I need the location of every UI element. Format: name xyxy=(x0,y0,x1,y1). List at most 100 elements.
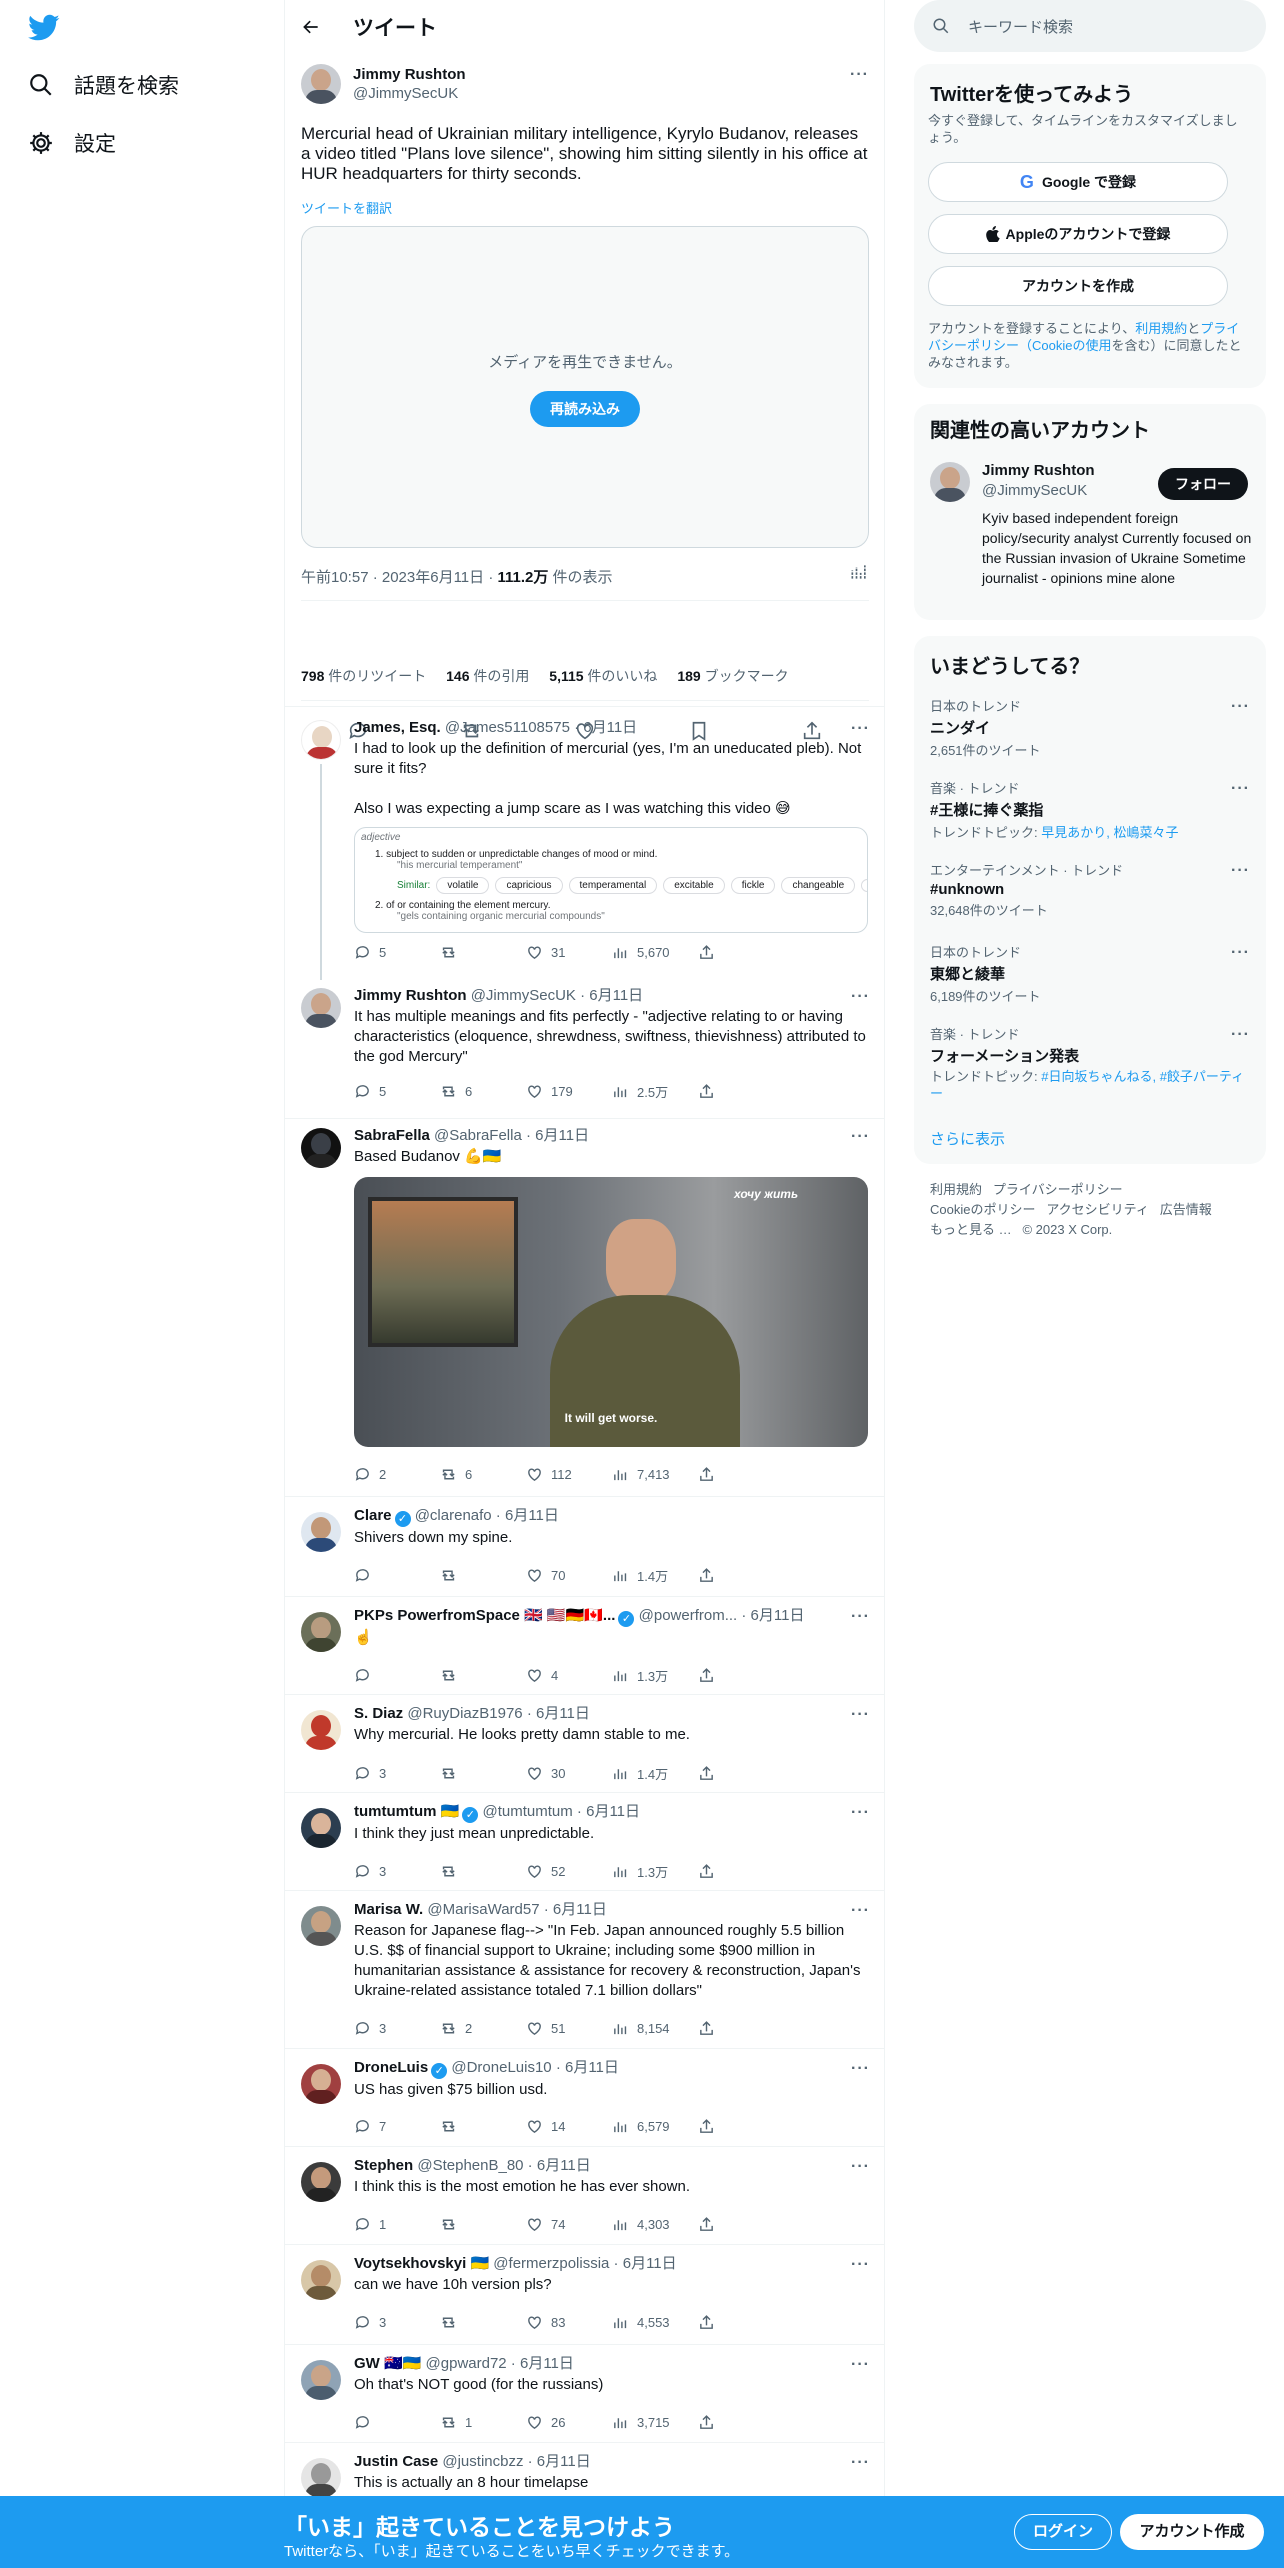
tweet-time[interactable]: 午前10:57 · 2023年6月11日 · xyxy=(301,569,497,586)
reply-image[interactable]: хочу жить It will get worse. xyxy=(354,1177,868,1447)
more-icon[interactable]: ··· xyxy=(851,1129,870,1145)
footer-cookie-link[interactable]: Cookieのポリシー xyxy=(930,1202,1035,1217)
reply-tweet[interactable]: GW 🇦🇺🇺🇦 @gpward72 · 6月11日 ··· Oh that's … xyxy=(285,2344,886,2442)
reply-date[interactable]: · 6月11日 xyxy=(540,1901,607,1918)
avatar[interactable] xyxy=(301,1612,341,1652)
share-button[interactable] xyxy=(698,1862,784,1881)
retweet-button[interactable]: 6 xyxy=(440,1466,526,1483)
like-button[interactable]: 74 xyxy=(526,2216,612,2233)
share-button[interactable] xyxy=(698,2414,784,2431)
like-button[interactable]: 179 xyxy=(526,1082,612,1101)
retweet-button[interactable] xyxy=(440,2118,526,2135)
views-button[interactable]: 2.5万 xyxy=(612,1082,698,1101)
reply-author-name[interactable]: tumtumtum 🇺🇦 xyxy=(354,1803,459,1820)
views-button[interactable]: 4,303 xyxy=(612,2216,698,2233)
reply-author-name[interactable]: Jimmy Rushton xyxy=(354,987,467,1004)
similar-chip[interactable]: capricious xyxy=(495,877,563,894)
more-icon[interactable]: ··· xyxy=(851,1903,870,1919)
views-button[interactable]: 1.4万 xyxy=(612,1566,698,1585)
signup-button[interactable]: アカウント作成 xyxy=(1120,2514,1264,2550)
avatar[interactable] xyxy=(301,2064,341,2104)
footer-more-link[interactable]: もっと見る … xyxy=(930,1222,1012,1237)
more-icon[interactable]: ··· xyxy=(1231,863,1250,879)
views-button[interactable]: 5,670 xyxy=(612,944,698,961)
author-handle[interactable]: @JimmySecUK xyxy=(353,85,466,102)
more-icon[interactable]: ··· xyxy=(1231,781,1250,797)
retweet-button[interactable] xyxy=(440,944,526,961)
reply-tweet[interactable]: DroneLuis ✓ @DroneLuis10 · 6月11日 ··· US h… xyxy=(285,2048,886,2146)
reply-author-handle[interactable]: @SabraFella xyxy=(434,1127,522,1144)
avatar[interactable] xyxy=(301,1906,341,1946)
reply-author-handle[interactable]: @James51108575 xyxy=(445,719,570,736)
reply-tweet[interactable]: tumtumtum 🇺🇦 ✓ @tumtumtum · 6月11日 ··· I t… xyxy=(285,1792,886,1890)
like-button[interactable]: 52 xyxy=(526,1862,612,1881)
chevron-down-icon[interactable]: ⌄ xyxy=(861,879,867,892)
trend-item[interactable]: 日本のトレンド 東郷と綾華 6,189件のツイート ··· xyxy=(930,942,1250,1005)
share-button[interactable] xyxy=(698,1566,784,1585)
share-button[interactable] xyxy=(698,1764,784,1783)
views-button[interactable]: 7,413 xyxy=(612,1466,698,1483)
more-icon[interactable]: ··· xyxy=(1231,1027,1250,1043)
footer-accessibility-link[interactable]: アクセシビリティ xyxy=(1046,1202,1149,1217)
like-count-link[interactable]: 5,115 件のいいね xyxy=(549,668,657,684)
like-button[interactable]: 4 xyxy=(526,1666,612,1685)
reply-author-name[interactable]: Marisa W. xyxy=(354,1901,423,1918)
like-button[interactable]: 31 xyxy=(526,944,612,961)
reply-author-name[interactable]: DroneLuis xyxy=(354,2059,428,2076)
reply-button[interactable] xyxy=(354,1666,440,1685)
reply-date[interactable]: · 6月11日 xyxy=(576,987,643,1004)
reply-tweet[interactable]: Voytsekhovskyi 🇺🇦 @fermerzpolissia · 6月1… xyxy=(285,2244,886,2344)
reply-author-handle[interactable]: @DroneLuis10 xyxy=(451,2059,551,2076)
reply-tweet[interactable]: PKPs PowerfromSpace 🇬🇧 🇺🇸🇩🇪🇨🇦... ✓ @power… xyxy=(285,1596,886,1694)
avatar[interactable] xyxy=(301,720,341,760)
similar-chip[interactable]: volatile xyxy=(436,877,490,894)
follow-button[interactable]: フォロー xyxy=(1158,468,1248,500)
reply-button[interactable]: 7 xyxy=(354,2118,440,2135)
reply-author-name[interactable]: Justin Case xyxy=(354,2453,438,2470)
avatar[interactable] xyxy=(301,2260,341,2300)
retweet-button[interactable] xyxy=(440,2314,526,2331)
more-icon[interactable]: ··· xyxy=(851,1805,870,1821)
reply-tweet[interactable]: Marisa W. @MarisaWard57 · 6月11日 ··· Reas… xyxy=(285,1890,886,2048)
reply-date[interactable]: · 6月11日 xyxy=(492,1507,559,1524)
views-button[interactable]: 6,579 xyxy=(612,2118,698,2135)
reply-author-name[interactable]: GW 🇦🇺🇺🇦 xyxy=(354,2355,421,2372)
footer-terms-link[interactable]: 利用規約 xyxy=(930,1182,982,1197)
avatar[interactable] xyxy=(301,2360,341,2400)
reply-date[interactable]: · 6月11日 xyxy=(609,2255,677,2272)
reply-date[interactable]: · 6月11日 xyxy=(570,719,637,736)
similar-chip[interactable]: temperamental xyxy=(568,877,658,894)
similar-chip[interactable]: changeable xyxy=(781,877,856,894)
more-icon[interactable]: ··· xyxy=(851,721,870,737)
more-icon[interactable]: ··· xyxy=(850,67,869,83)
views-button[interactable]: 1.4万 xyxy=(612,1764,698,1783)
avatar[interactable] xyxy=(301,2458,341,2496)
share-button[interactable] xyxy=(698,2118,784,2135)
reply-author-handle[interactable]: @clarenafo xyxy=(415,1507,492,1524)
reply-author-handle[interactable]: @JimmySecUK xyxy=(471,987,576,1004)
reply-author-name[interactable]: PKPs PowerfromSpace 🇬🇧 🇺🇸🇩🇪🇨🇦... xyxy=(354,1607,615,1624)
search-box[interactable]: キーワード検索 xyxy=(914,0,1266,52)
reply-button[interactable]: 3 xyxy=(354,2314,440,2331)
retweet-button[interactable] xyxy=(440,2216,526,2233)
like-button[interactable]: 70 xyxy=(526,1566,612,1585)
reload-button[interactable]: 再読み込み xyxy=(530,391,640,427)
avatar[interactable] xyxy=(301,1710,341,1750)
views-button[interactable]: 4,553 xyxy=(612,2314,698,2331)
reply-author-name[interactable]: SabraFella xyxy=(354,1127,430,1144)
trend-item[interactable]: エンターテインメント · トレンド #unknown 32,648件のツイート … xyxy=(930,860,1250,919)
reply-author-handle[interactable]: @justincbzz xyxy=(442,2453,523,2470)
share-button[interactable] xyxy=(698,2314,784,2331)
like-button[interactable]: 83 xyxy=(526,2314,612,2331)
reply-date[interactable]: · 6月11日 xyxy=(737,1607,804,1624)
retweet-button[interactable] xyxy=(440,1566,526,1585)
share-button[interactable] xyxy=(698,944,784,961)
more-icon[interactable]: ··· xyxy=(851,2455,870,2471)
relevant-handle[interactable]: @JimmySecUK xyxy=(982,482,1095,499)
back-arrow-icon[interactable] xyxy=(301,17,321,37)
reply-date[interactable]: · 6月11日 xyxy=(573,1803,640,1820)
share-button[interactable] xyxy=(698,2216,784,2233)
retweet-count-link[interactable]: 798 件のリツイート xyxy=(301,668,426,684)
nav-explore[interactable]: 話題を検索 xyxy=(28,70,179,100)
reply-tweet[interactable]: S. Diaz @RuyDiazB1976 · 6月11日 ··· Why me… xyxy=(285,1694,886,1792)
